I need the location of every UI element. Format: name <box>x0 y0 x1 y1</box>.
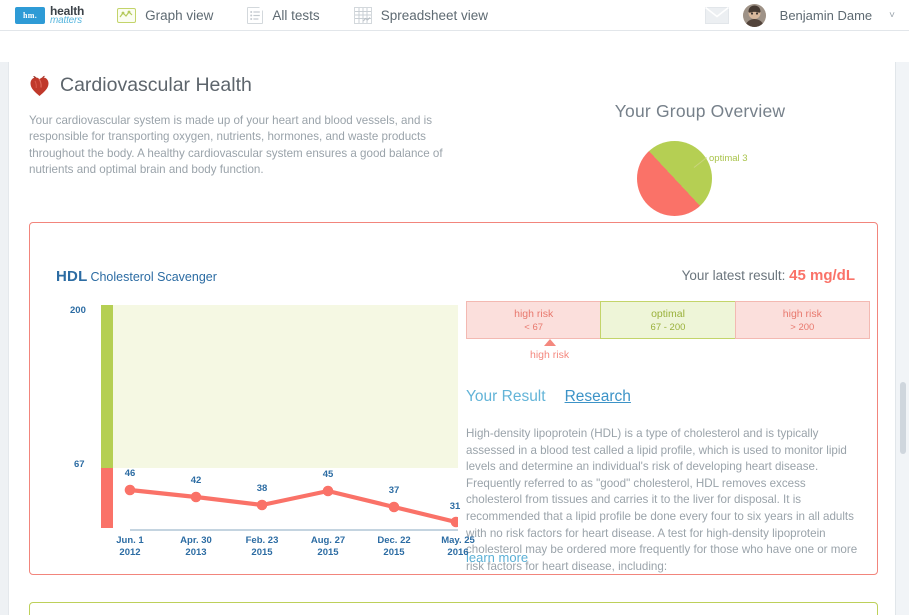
range-segment-label: high risk <box>514 307 554 320</box>
x-axis-label-year: 2013 <box>185 547 207 558</box>
y-axis-tick-67: 67 <box>74 459 85 470</box>
vertical-scrollbar[interactable] <box>895 62 909 615</box>
section-title-row: Cardiovascular Health <box>29 74 459 97</box>
point-label: 37 <box>388 485 400 496</box>
group-overview-title: Your Group Overview <box>614 101 786 121</box>
latest-result-prefix: Your latest result: <box>681 268 790 283</box>
range-segment-high-risk-high[interactable]: high risk > 200 <box>734 301 870 339</box>
x-axis-label: Jun. 1 2012 <box>102 535 158 559</box>
x-axis-label-date: Dec. 22 <box>377 535 411 546</box>
optimal-band <box>113 305 458 468</box>
x-axis-label-date: Aug. 27 <box>310 535 346 546</box>
point-label: 38 <box>256 483 268 494</box>
main-content: Cardiovascular Health Your cardiovascula… <box>0 31 909 615</box>
card-title-abbr: HDL <box>56 268 88 285</box>
tab-all-tests-label: All tests <box>272 7 320 23</box>
result-tabs: Your Result Research <box>466 388 631 406</box>
x-axis-label-date: Apr. 30 <box>180 535 212 546</box>
point-label: 31 <box>449 501 461 512</box>
x-axis-label: Feb. 23 2015 <box>234 535 290 559</box>
point-label: 42 <box>190 475 202 486</box>
logo-mark: hm. <box>15 6 45 24</box>
section-description: Your cardiovascular system is made up of… <box>29 114 443 177</box>
series-line <box>127 487 458 525</box>
user-name-label[interactable]: Benjamin Dame <box>780 8 873 23</box>
range-segment-high-risk-low[interactable]: high risk < 67 <box>466 301 602 339</box>
marker-triangle-icon <box>543 339 556 346</box>
latest-result-value: 45 mg/dL <box>789 267 855 284</box>
x-axis-label-date: May. 25 <box>441 535 475 546</box>
range-segment-optimal[interactable]: optimal 67 - 200 <box>600 301 736 339</box>
y-axis-optimal-bar <box>101 305 113 468</box>
y-axis-tick-200: 200 <box>70 305 86 316</box>
range-segment-value: < 67 <box>524 321 544 333</box>
card-title-full: Cholesterol Scavenger <box>90 270 217 284</box>
y-axis-risk-bar <box>101 468 113 528</box>
graph-icon <box>117 7 137 23</box>
range-segment-label: high risk <box>782 307 822 320</box>
x-axis-label-date: Feb. 23 <box>245 535 279 546</box>
section-header: Cardiovascular Health Your cardiovascula… <box>29 74 459 179</box>
tab-spreadsheet-view[interactable]: Spreadsheet view <box>347 0 495 31</box>
page-title: Cardiovascular Health <box>60 74 252 96</box>
result-marker: high risk <box>530 339 569 361</box>
chevron-down-icon[interactable]: ˅ <box>889 10 895 21</box>
hdl-result-card: HDL Cholesterol Scavenger Your latest res… <box>29 222 878 575</box>
x-axis-label-year: 2015 <box>317 547 339 558</box>
tab-graph-view-label: Graph view <box>145 7 214 23</box>
point-label: 45 <box>322 469 334 480</box>
left-page-gutter <box>0 62 9 615</box>
heart-icon <box>29 75 50 97</box>
application-window: hm. health matters Graph view All tests … <box>0 0 909 615</box>
x-axis-label-year: 2015 <box>251 547 273 558</box>
logo-wordmark: health matters <box>50 5 84 26</box>
logo-line-2: matters <box>50 14 82 26</box>
pie-label-optimal: optimal 3 <box>709 153 748 164</box>
card-title: HDL Cholesterol Scavenger <box>56 268 217 286</box>
avatar[interactable] <box>742 3 766 27</box>
x-axis-label-date: Jun. 1 <box>116 535 144 546</box>
x-axis-label-year: 2016 <box>447 547 469 558</box>
topbar-right-cluster: Benjamin Dame ˅ <box>704 3 895 27</box>
spreadsheet-icon <box>353 6 372 24</box>
x-axis-label: Dec. 22 2015 <box>366 535 422 559</box>
tab-spreadsheet-view-label: Spreadsheet view <box>380 7 489 23</box>
list-icon <box>247 6 264 24</box>
x-axis-label-year: 2012 <box>119 547 141 558</box>
latest-result: Your latest result: 45 mg/dL <box>682 267 855 284</box>
x-axis-label: May. 25 2016 <box>430 535 486 559</box>
hdl-line-chart[interactable]: 200 67 46 42 38 45 37 31 Jun. 1 2012 Apr… <box>38 301 475 559</box>
health-matters-logo[interactable]: hm. health matters <box>15 5 84 26</box>
marker-label: high risk <box>530 349 570 361</box>
x-axis-label: Aug. 27 2015 <box>300 535 356 559</box>
envelope-icon[interactable] <box>704 6 729 24</box>
tab-all-tests[interactable]: All tests <box>240 0 326 31</box>
scrollbar-thumb[interactable] <box>900 382 906 454</box>
top-navigation-bar: hm. health matters Graph view All tests … <box>0 0 909 31</box>
next-result-card[interactable] <box>29 602 878 615</box>
tab-research[interactable]: Research <box>565 388 631 406</box>
point-label: 46 <box>124 468 136 479</box>
tab-your-result[interactable]: Your Result <box>466 388 546 406</box>
pie-slices <box>637 141 712 216</box>
range-segment-label: optimal <box>651 307 685 320</box>
x-axis-label-year: 2015 <box>383 547 405 558</box>
range-segment-value: > 200 <box>790 321 815 333</box>
tab-graph-view[interactable]: Graph view <box>110 0 220 31</box>
series-points <box>124 484 458 528</box>
risk-range-bar: high risk < 67 optimal 67 - 200 high ris… <box>466 301 870 339</box>
x-axis-label: Apr. 30 2013 <box>168 535 224 559</box>
range-segment-value: 67 - 200 <box>650 321 686 333</box>
chart-svg <box>101 305 458 531</box>
